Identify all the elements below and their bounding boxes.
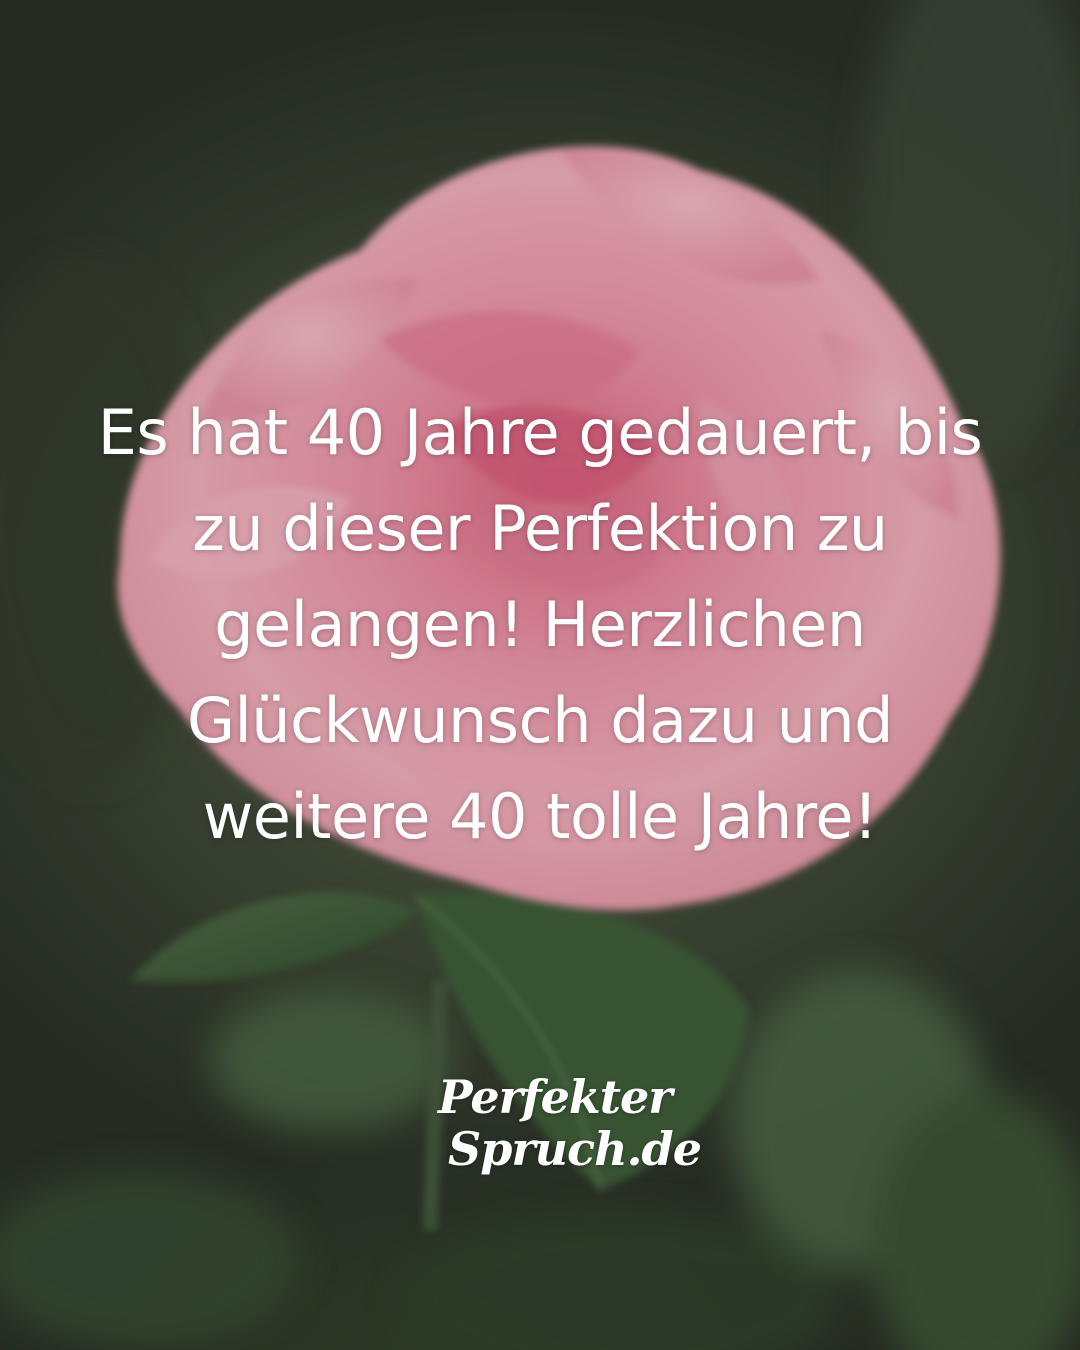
logo-line-2: Spruch.de — [448, 1122, 702, 1176]
quote-line-5: weitere 40 tolle Jahre! — [202, 780, 878, 853]
perfekter-spruch-logo: Perfekter Spruch.de — [430, 1070, 702, 1200]
greeting-card: Es hat 40 Jahre gedauert, bis zu dieser … — [0, 0, 1080, 1350]
quote-line-2: zu dieser Perfektion zu — [192, 492, 888, 565]
logo-line-1: Perfekter — [438, 1070, 673, 1124]
birthday-quote: Es hat 40 Jahre gedauert, bis zu dieser … — [60, 385, 1020, 865]
quote-line-3: gelangen! Herzlichen — [214, 588, 866, 661]
quote-line-1: Es hat 40 Jahre gedauert, bis — [97, 396, 983, 469]
quote-line-4: Glückwunsch dazu und — [186, 684, 894, 757]
